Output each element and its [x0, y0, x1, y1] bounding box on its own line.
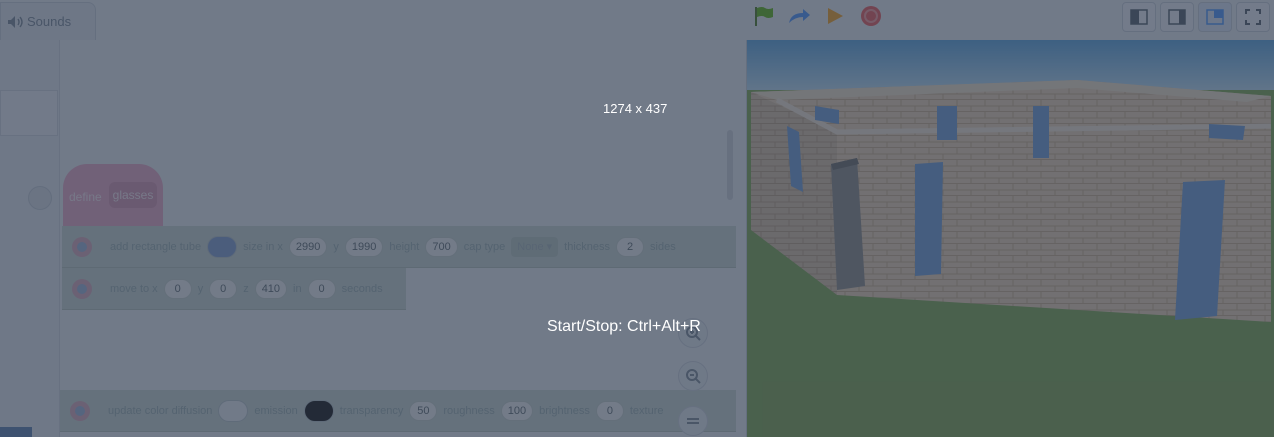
fullscreen-icon[interactable]	[1236, 2, 1270, 32]
move-seconds-input[interactable]: 0	[307, 278, 336, 299]
stage-3d-view[interactable]	[746, 40, 1274, 437]
tab-sounds-label: Sounds	[27, 14, 72, 29]
script-scrollbar[interactable]	[727, 130, 733, 200]
cap-type-dropdown[interactable]: None ▾	[511, 236, 559, 257]
play-icon[interactable]	[822, 3, 848, 29]
run-controls	[750, 2, 884, 30]
move-y-input[interactable]: 0	[209, 278, 238, 299]
transparency-input[interactable]: 50	[409, 400, 438, 421]
palette-category-box[interactable]	[0, 90, 58, 136]
height-label: height	[389, 240, 420, 253]
stage-layout-controls	[1122, 2, 1270, 32]
screen-size-caption: 1274 x 437	[603, 101, 668, 116]
move-in-label: in	[293, 282, 302, 295]
define-label: define	[69, 190, 102, 204]
transparency-label: transparency	[339, 404, 404, 417]
extension-icon[interactable]	[0, 427, 32, 437]
roughness-input[interactable]: 100	[500, 400, 534, 421]
sides-label: sides	[650, 240, 676, 253]
zoom-out-icon[interactable]	[678, 361, 708, 391]
update-color-block[interactable]: update color diffusion emission transpar…	[60, 390, 736, 432]
move-z-input[interactable]: 410	[254, 278, 288, 299]
block-category-icon	[68, 275, 96, 303]
color-swatch[interactable]	[207, 235, 238, 258]
block-category-icon	[66, 397, 94, 425]
layout-large-stage-icon[interactable]	[1198, 2, 1232, 32]
layout-small-stage-icon[interactable]	[1122, 2, 1156, 32]
redo-icon[interactable]	[786, 3, 812, 29]
move-label: move to x	[110, 282, 158, 295]
tab-sounds[interactable]: Sounds	[0, 2, 96, 40]
emission-label: emission	[254, 404, 298, 417]
brightness-input[interactable]: 0	[595, 400, 624, 421]
block-palette	[0, 40, 60, 437]
define-glasses-block[interactable]: define glasses	[63, 164, 163, 226]
texture-label: texture	[629, 404, 664, 417]
stop-icon[interactable]	[858, 3, 884, 29]
speaker-icon	[8, 15, 23, 28]
green-flag-icon[interactable]	[750, 3, 776, 29]
y-label: y	[333, 240, 339, 253]
cap-type-label: cap type	[463, 240, 506, 253]
emission-swatch[interactable]	[303, 399, 334, 422]
define-name: glasses	[109, 182, 157, 208]
top-bar: Sounds	[0, 0, 1274, 40]
move-x-input[interactable]: 0	[163, 278, 192, 299]
palette-category-dot[interactable]	[28, 186, 52, 210]
block-category-icon	[68, 233, 96, 261]
thickness-input[interactable]: 2	[616, 236, 645, 257]
size-y-input[interactable]: 1990	[344, 236, 384, 257]
zoom-reset-icon[interactable]	[678, 406, 708, 436]
move-to-block[interactable]: move to x 0 y 0 z 410 in 0 seconds	[62, 268, 406, 310]
update-color-label: update color diffusion	[108, 404, 213, 417]
size-x-input[interactable]: 2990	[288, 236, 328, 257]
brightness-label: brightness	[539, 404, 590, 417]
add-rect-label: add rectangle tube	[110, 240, 202, 253]
house-3d-scene	[747, 40, 1274, 437]
diffusion-swatch[interactable]	[218, 399, 249, 422]
size-label: size in x	[243, 240, 283, 253]
height-input[interactable]: 700	[425, 236, 458, 257]
add-rectangle-tube-block[interactable]: add rectangle tube size in x 2990 y 1990…	[62, 226, 736, 268]
layout-normal-stage-icon[interactable]	[1160, 2, 1194, 32]
start-stop-hint: Start/Stop: Ctrl+Alt+R	[547, 318, 701, 335]
thickness-label: thickness	[564, 240, 611, 253]
roughness-label: roughness	[443, 404, 495, 417]
move-z-label: z	[243, 282, 249, 295]
move-y-label: y	[197, 282, 204, 295]
seconds-label: seconds	[341, 282, 383, 295]
